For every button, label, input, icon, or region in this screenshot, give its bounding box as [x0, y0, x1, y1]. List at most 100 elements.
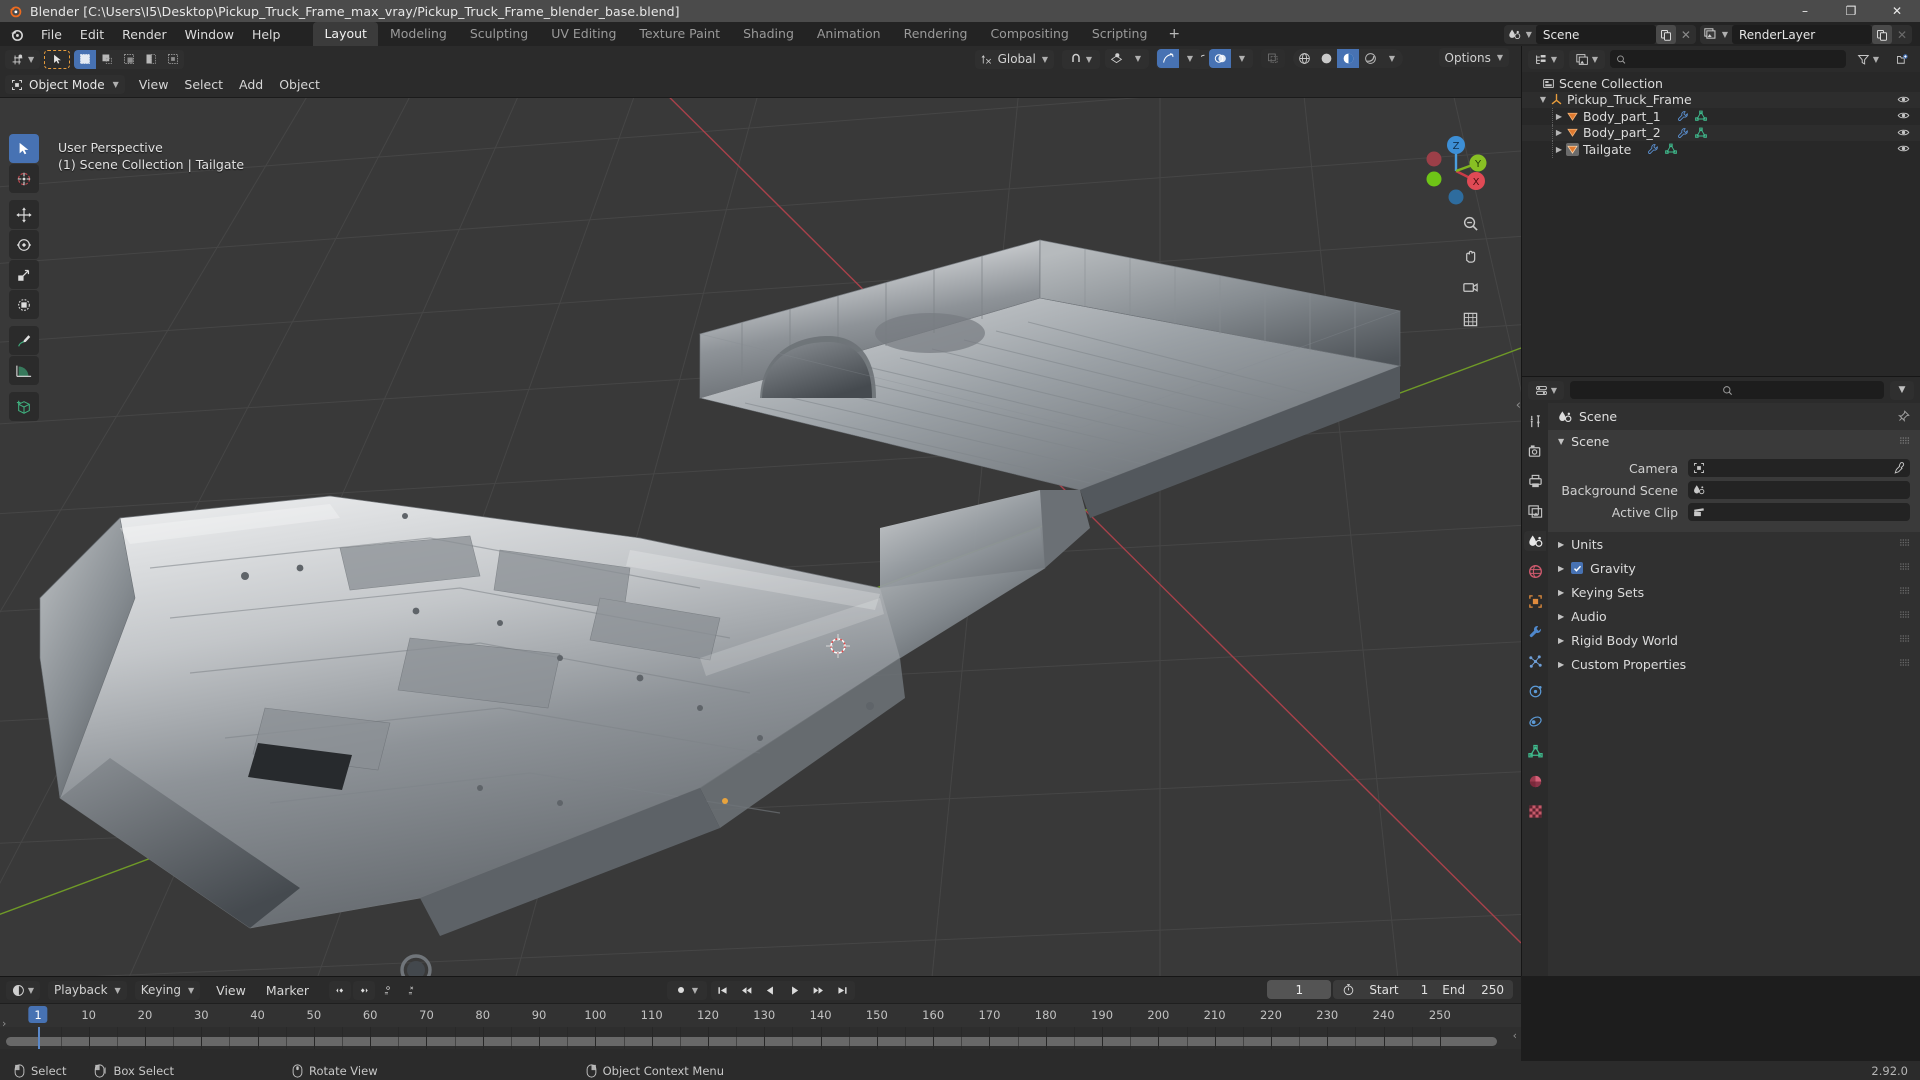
- jump-to-start-button[interactable]: [710, 980, 735, 1000]
- tab-rendering[interactable]: Rendering: [893, 22, 979, 46]
- visibility-eye-icon[interactable]: [1897, 109, 1910, 122]
- properties-editor[interactable]: ▼ ▼ Scene ▼ Scene Camera Background Scen…: [1521, 376, 1920, 976]
- constraints-tab[interactable]: [1524, 711, 1546, 731]
- timeline-editor[interactable]: ▼ Playback ▼ Keying ▼ View Marker ▼ 1 St…: [0, 976, 1521, 1061]
- outliner-row-pickup-truck-frame[interactable]: ▼ Pickup_Truck_Frame: [1522, 91, 1920, 108]
- start-frame-field[interactable]: Start 1: [1369, 983, 1428, 997]
- tab-layout[interactable]: Layout: [313, 22, 378, 46]
- visibility-eye-icon[interactable]: [1897, 93, 1910, 106]
- select-tool-indicator[interactable]: [44, 49, 71, 69]
- jump-to-prev-keyframe-button[interactable]: [329, 980, 352, 1000]
- tweak-select-tool[interactable]: [9, 134, 39, 163]
- annotate-tool[interactable]: [9, 326, 39, 355]
- scene-selector[interactable]: ▼ Scene ✕: [1503, 25, 1696, 44]
- tab-modeling[interactable]: Modeling: [379, 22, 458, 46]
- scene-tab[interactable]: [1524, 531, 1546, 551]
- solid-shading-icon[interactable]: [1315, 49, 1337, 68]
- outliner-row-body-part-1[interactable]: ▶ Body_part_1: [1522, 108, 1920, 125]
- invert-selection-button[interactable]: [140, 49, 163, 69]
- minimize-button[interactable]: –: [1782, 0, 1828, 22]
- measure-tool[interactable]: [9, 356, 39, 385]
- mesh-data-icon[interactable]: [1694, 110, 1707, 122]
- physics-tab[interactable]: [1524, 681, 1546, 701]
- outliner-editor-type-button[interactable]: ▼: [1528, 49, 1564, 69]
- timeline-track-area[interactable]: ‹: [0, 1027, 1521, 1049]
- jump-to-next-keyframe-button[interactable]: [353, 980, 376, 1000]
- auto-keying-toggle[interactable]: ▼: [666, 980, 707, 1000]
- timeline-ruler[interactable]: 10 20 30 40 50 60 70 80 90 100 110 120 130 140 150 160 1…: [0, 1003, 1521, 1027]
- jump-to-end-button[interactable]: [830, 980, 855, 1000]
- pan-tool[interactable]: [1457, 242, 1483, 268]
- tab-shading[interactable]: Shading: [732, 22, 805, 46]
- modifier-wrench-icon[interactable]: [1647, 143, 1659, 155]
- outliner-search-field[interactable]: [1631, 52, 1840, 66]
- navigation-gizmo[interactable]: Z Y X: [1419, 134, 1493, 208]
- active-clip-field[interactable]: [1688, 503, 1910, 521]
- scale-tool[interactable]: [9, 260, 39, 289]
- insert-keyframe-button[interactable]: [377, 981, 399, 1000]
- close-button[interactable]: ✕: [1874, 0, 1920, 22]
- visibility-eye-icon[interactable]: [1897, 126, 1910, 139]
- viewlayer-name-field[interactable]: RenderLayer: [1732, 25, 1872, 44]
- view-layer-tab[interactable]: [1524, 501, 1546, 521]
- properties-search-input[interactable]: [1570, 381, 1884, 399]
- viewport-canvas[interactable]: User Perspective (1) Scene Collection | …: [0, 98, 1521, 976]
- timeline-menu-playback[interactable]: Playback ▼: [48, 980, 127, 1000]
- object-data-tab[interactable]: [1524, 741, 1546, 761]
- tool-settings-dropdown[interactable]: ▼: [5, 49, 41, 69]
- visibility-chevron-down-icon[interactable]: ▼: [1127, 49, 1149, 68]
- tab-uv-editing[interactable]: UV Editing: [540, 22, 627, 46]
- wireframe-shading-icon[interactable]: [1293, 49, 1315, 68]
- modifier-wrench-icon[interactable]: [1677, 110, 1689, 122]
- expand-triangle-icon[interactable]: ▶: [1552, 128, 1566, 137]
- expand-triangle-icon[interactable]: ▶: [1552, 112, 1566, 121]
- new-scene-icon[interactable]: [1655, 25, 1676, 44]
- visibility-eye-icon[interactable]: [1897, 142, 1910, 155]
- camera-view-tool[interactable]: [1457, 274, 1483, 300]
- gravity-checkbox[interactable]: [1571, 562, 1584, 574]
- show-gizmo-icon[interactable]: [1157, 49, 1179, 68]
- play-reverse-button[interactable]: [758, 980, 783, 1000]
- texture-tab[interactable]: [1524, 801, 1546, 821]
- world-tab[interactable]: [1524, 561, 1546, 581]
- tab-compositing[interactable]: Compositing: [979, 22, 1079, 46]
- panel-header-rigid-body-world[interactable]: ▶ Rigid Body World: [1548, 628, 1920, 652]
- mesh-data-icon[interactable]: [1665, 143, 1678, 155]
- set-new-selection-button[interactable]: [74, 49, 97, 69]
- menu-edit[interactable]: Edit: [71, 24, 113, 45]
- outliner-search-input[interactable]: [1610, 50, 1846, 68]
- play-button[interactable]: [782, 980, 807, 1000]
- timeline-editor-type-button[interactable]: ▼: [6, 980, 40, 1000]
- panel-header-units[interactable]: ▶ Units: [1548, 532, 1920, 556]
- viewlayer-selector[interactable]: ▼ RenderLayer ✕: [1699, 25, 1912, 44]
- material-preview-shading-icon[interactable]: [1337, 49, 1359, 68]
- timeline-left-toggle[interactable]: ›: [2, 1017, 6, 1030]
- jump-to-next-keyframe-transport-button[interactable]: [806, 980, 831, 1000]
- snap-magnet-toggle[interactable]: ▼: [1062, 49, 1100, 69]
- outliner-row-tailgate[interactable]: ▶ Tailgate: [1522, 141, 1920, 158]
- panel-header-keying-sets[interactable]: ▶ Keying Sets: [1548, 580, 1920, 604]
- add-cube-tool[interactable]: [9, 392, 39, 421]
- overlay-chevron-down-icon[interactable]: ▼: [1231, 49, 1253, 68]
- menu-help[interactable]: Help: [243, 24, 290, 45]
- camera-field[interactable]: [1688, 459, 1910, 477]
- panel-header-gravity[interactable]: ▶ Gravity: [1548, 556, 1920, 580]
- output-tab[interactable]: [1524, 471, 1546, 491]
- tab-scripting[interactable]: Scripting: [1081, 22, 1159, 46]
- viewport-menu-object[interactable]: Object: [271, 75, 328, 94]
- end-frame-field[interactable]: End 250: [1442, 983, 1504, 997]
- panel-header-scene[interactable]: ▼ Scene: [1548, 430, 1920, 452]
- scene-name-field[interactable]: Scene: [1535, 25, 1656, 44]
- object-mode-dropdown[interactable]: Object Mode ▼: [5, 75, 125, 94]
- particles-tab[interactable]: [1524, 651, 1546, 671]
- xray-toggle-icon[interactable]: [1261, 49, 1285, 68]
- pin-icon[interactable]: [1897, 410, 1910, 423]
- panel-header-audio[interactable]: ▶ Audio: [1548, 604, 1920, 628]
- modifier-tab[interactable]: [1524, 621, 1546, 641]
- timeline-menu-keying[interactable]: Keying ▼: [134, 980, 201, 1000]
- mesh-data-icon[interactable]: [1694, 127, 1707, 139]
- zoom-tool[interactable]: [1457, 210, 1483, 236]
- object-tab[interactable]: [1524, 591, 1546, 611]
- toggle-ortho-tool[interactable]: [1457, 306, 1483, 332]
- menu-window[interactable]: Window: [176, 24, 243, 45]
